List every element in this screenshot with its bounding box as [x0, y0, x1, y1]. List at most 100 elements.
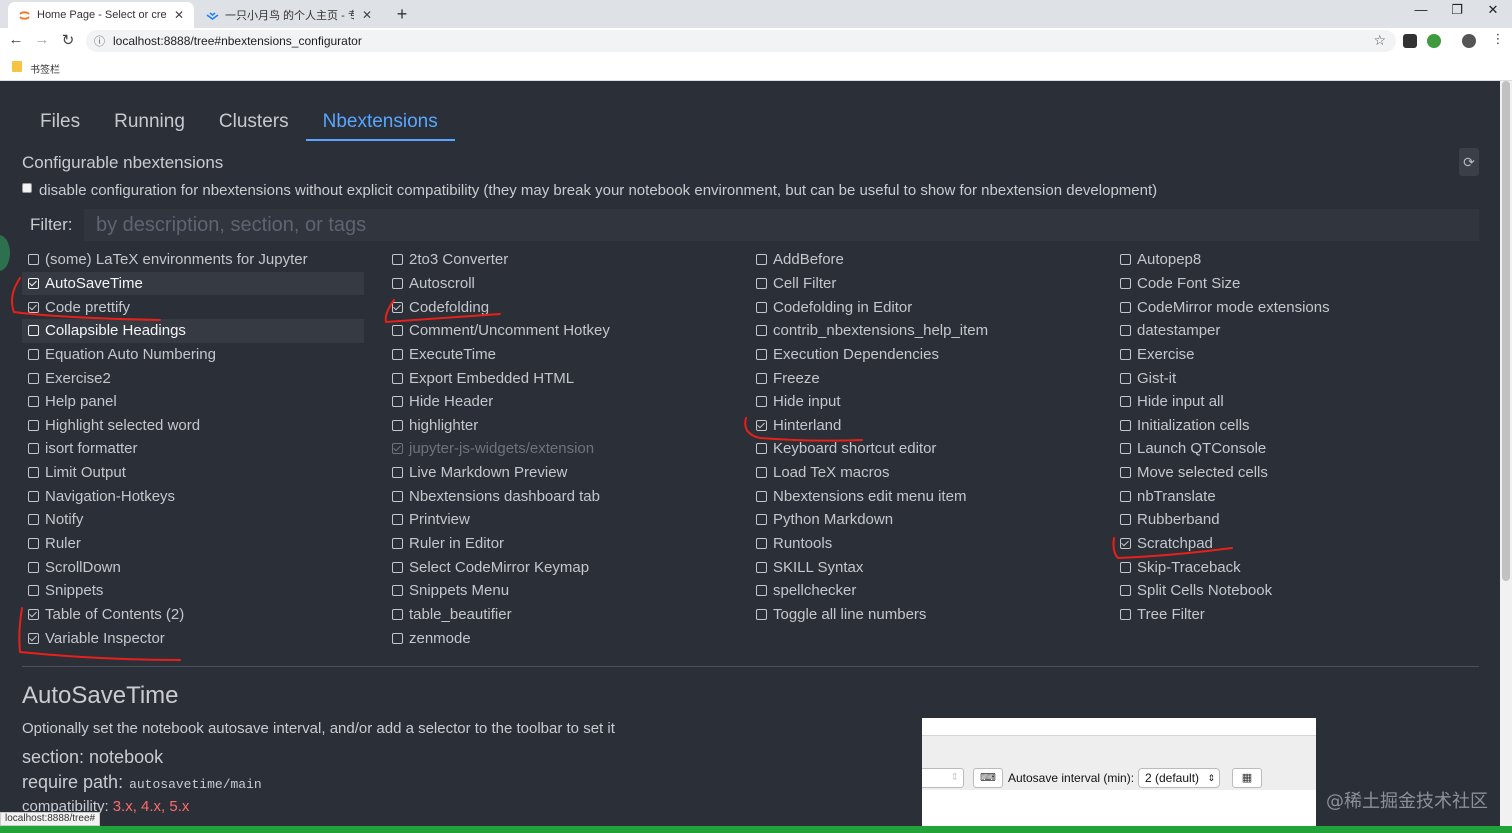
checkbox-unchecked[interactable]	[756, 301, 767, 313]
checkbox-unchecked[interactable]	[756, 608, 767, 620]
extension-item[interactable]: Snippets	[22, 579, 364, 603]
extension-item[interactable]: Code prettify	[22, 295, 364, 319]
checkbox-unchecked[interactable]	[28, 538, 39, 549]
extension-globe-icon[interactable]	[1427, 34, 1441, 48]
extension-item[interactable]: Table of Contents (2)	[22, 603, 364, 627]
checkbox-unchecked[interactable]	[392, 514, 403, 526]
checkbox-unchecked[interactable]	[392, 538, 403, 549]
extension-item[interactable]: contrib_nbextensions_help_item	[750, 319, 1092, 343]
extension-item[interactable]: Load TeX macros	[750, 461, 1092, 485]
extension-item[interactable]: Highlight selected word	[22, 413, 364, 437]
tab-clusters[interactable]: Clusters	[202, 109, 306, 141]
extension-item[interactable]: Help panel	[22, 390, 364, 414]
extension-item[interactable]: Ruler	[22, 532, 364, 556]
extension-item[interactable]: Nbextensions edit menu item	[750, 484, 1092, 508]
extension-item[interactable]: Gist-it	[1114, 366, 1456, 390]
new-tab-button[interactable]: +	[392, 4, 412, 24]
checkbox-checked[interactable]	[28, 608, 39, 620]
checkbox-unchecked[interactable]	[392, 254, 403, 266]
checkbox-unchecked[interactable]	[1120, 608, 1131, 620]
checkbox-unchecked[interactable]	[1120, 372, 1131, 384]
checkbox-unchecked[interactable]	[756, 254, 767, 266]
extension-item[interactable]: Select CodeMirror Keymap	[386, 555, 728, 579]
refresh-icon[interactable]: ⟳	[1459, 148, 1479, 176]
checkbox-unchecked[interactable]	[392, 348, 403, 360]
checkbox-unchecked[interactable]	[756, 277, 767, 289]
checkbox-unchecked[interactable]	[1120, 561, 1131, 573]
extension-item[interactable]: Exercise	[1114, 343, 1456, 367]
checkbox-unchecked[interactable]	[392, 561, 403, 573]
checkbox-unchecked[interactable]	[756, 490, 767, 502]
extension-item[interactable]: Comment/Uncomment Hotkey	[386, 319, 728, 343]
tab-files[interactable]: Files	[22, 109, 97, 141]
extension-item[interactable]: Equation Auto Numbering	[22, 343, 364, 367]
checkbox-unchecked[interactable]	[756, 325, 767, 337]
extension-item[interactable]: spellchecker	[750, 579, 1092, 603]
extension-badge-icon[interactable]	[1403, 34, 1417, 48]
checkbox-unchecked[interactable]	[756, 396, 767, 408]
extension-item[interactable]: Code Font Size	[1114, 272, 1456, 296]
extension-item[interactable]: nbTranslate	[1114, 484, 1456, 508]
filter-input[interactable]	[84, 209, 1479, 241]
extension-item[interactable]: Launch QTConsole	[1114, 437, 1456, 461]
checkbox-unchecked[interactable]	[392, 585, 403, 597]
extension-item[interactable]: 2to3 Converter	[386, 248, 728, 272]
checkbox-unchecked[interactable]	[756, 561, 767, 573]
checkbox-checked[interactable]	[1120, 538, 1131, 549]
checkbox-unchecked[interactable]	[392, 632, 403, 644]
checkbox-unchecked[interactable]	[392, 467, 403, 479]
extension-item[interactable]: Execution Dependencies	[750, 343, 1092, 367]
extension-item[interactable]: Export Embedded HTML	[386, 366, 728, 390]
close-icon[interactable]: ✕	[174, 8, 184, 22]
checkbox-checked[interactable]	[28, 277, 39, 289]
info-icon[interactable]: ⓘ	[94, 33, 105, 49]
checkbox-unchecked[interactable]	[1120, 585, 1131, 597]
extension-item[interactable]: Autopep8	[1114, 248, 1456, 272]
side-handle[interactable]	[0, 235, 10, 271]
forward-arrow-icon[interactable]: →	[32, 31, 52, 48]
checkbox-checked[interactable]	[392, 301, 403, 313]
restore-icon[interactable]: ❐	[1442, 2, 1472, 18]
bookmark-star-icon[interactable]: ☆	[1373, 32, 1386, 49]
browser-tab-home[interactable]: Home Page - Select or create ✕	[8, 2, 194, 28]
extension-item[interactable]: Nbextensions dashboard tab	[386, 484, 728, 508]
close-icon[interactable]: ✕	[362, 8, 372, 22]
checkbox-unchecked[interactable]	[28, 254, 39, 266]
checkbox-unchecked[interactable]	[392, 608, 403, 620]
checkbox-unchecked[interactable]	[28, 348, 39, 360]
page-scrollbar[interactable]	[1500, 81, 1512, 833]
checkbox-unchecked[interactable]	[756, 372, 767, 384]
checkbox-unchecked[interactable]	[756, 443, 767, 455]
extension-item[interactable]: Python Markdown	[750, 508, 1092, 532]
checkbox-unchecked[interactable]	[392, 419, 403, 431]
checkbox-unchecked[interactable]	[756, 467, 767, 479]
url-field[interactable]: ⓘ localhost:8888/tree#nbextensions_confi…	[86, 30, 1396, 52]
extension-item[interactable]: Codefolding in Editor	[750, 295, 1092, 319]
extension-item[interactable]: jupyter-js-widgets/extension	[386, 437, 728, 461]
checkbox-unchecked[interactable]	[392, 277, 403, 289]
extension-item[interactable]: Autoscroll	[386, 272, 728, 296]
extension-item[interactable]: Exercise2	[22, 366, 364, 390]
extension-item[interactable]: Notify	[22, 508, 364, 532]
extension-item[interactable]: CodeMirror mode extensions	[1114, 295, 1456, 319]
extension-item[interactable]: Split Cells Notebook	[1114, 579, 1456, 603]
extension-item[interactable]: Freeze	[750, 366, 1092, 390]
checkbox-unchecked[interactable]	[28, 396, 39, 408]
checkbox-unchecked[interactable]	[1120, 396, 1131, 408]
checkbox-checked[interactable]	[28, 301, 39, 313]
extension-item[interactable]: Scratchpad	[1114, 532, 1456, 556]
compat-checkbox[interactable]	[22, 182, 32, 193]
checkbox-unchecked[interactable]	[28, 467, 39, 479]
checkbox-unchecked[interactable]	[28, 561, 39, 573]
extension-item[interactable]: Hinterland	[750, 413, 1092, 437]
checkbox-unchecked[interactable]	[756, 348, 767, 360]
extension-item[interactable]: (some) LaTeX environments for Jupyter	[22, 248, 364, 272]
checkbox-unchecked[interactable]	[1120, 254, 1131, 266]
extension-item[interactable]: datestamper	[1114, 319, 1456, 343]
checkbox-unchecked[interactable]	[28, 585, 39, 597]
extension-item[interactable]: isort formatter	[22, 437, 364, 461]
extension-item[interactable]: Runtools	[750, 532, 1092, 556]
back-arrow-icon[interactable]: ←	[6, 31, 26, 48]
checkbox-unchecked[interactable]	[1120, 467, 1131, 479]
tab-running[interactable]: Running	[97, 109, 202, 141]
